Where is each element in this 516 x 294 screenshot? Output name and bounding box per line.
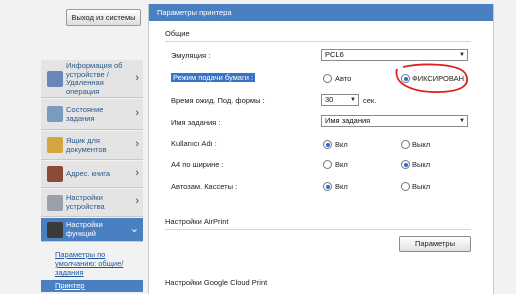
divider (165, 229, 471, 230)
sidebar-item-address-book[interactable]: Адрес. книга › (41, 161, 143, 188)
chevron-right-icon: › (135, 72, 139, 84)
user-name-on-label: Вкл (335, 140, 348, 149)
chevron-right-icon: › (135, 138, 139, 150)
user-name-on-radio[interactable] (323, 140, 332, 149)
logout-button[interactable]: Выход из системы (66, 9, 141, 26)
divider (165, 41, 471, 42)
sidebar-item-label: Ящик для документов (66, 136, 107, 154)
device-info-icon (47, 71, 63, 87)
chevron-down-icon: ⌄ (129, 223, 139, 235)
chevron-right-icon: › (135, 167, 139, 179)
auto-cassette-off-label: Выкл (412, 182, 431, 191)
chevron-right-icon: › (135, 195, 139, 207)
auto-cassette-off-radio[interactable] (401, 182, 410, 191)
sidebar-item-label: Настройки функций (66, 220, 103, 238)
emulation-label: Эмуляция : (171, 51, 211, 60)
scrollbar[interactable] (496, 0, 516, 290)
device-settings-icon (47, 195, 63, 211)
chevron-down-icon: ▼ (459, 52, 465, 58)
sidebar-item-document-box[interactable]: Ящик для документов › (41, 131, 143, 160)
form-feed-value: 30 (325, 95, 334, 104)
printer-settings-panel: Параметры принтера Общие Эмуляция : PCL6… (148, 4, 494, 294)
sidebar-item-device-info[interactable]: Информация об устройстве / Удаленная опе… (41, 60, 143, 98)
a4-wide-off-radio[interactable] (401, 160, 410, 169)
a4-wide-label: А4 по ширине : (171, 160, 224, 169)
document-box-icon (47, 137, 63, 153)
sidebar-subitem-printer[interactable]: Принтер (41, 280, 143, 292)
chevron-down-icon: ▼ (350, 97, 356, 103)
airprint-settings-button[interactable]: Параметры (399, 236, 471, 252)
auto-cassette-on-radio[interactable] (323, 182, 332, 191)
user-name-off-radio[interactable] (401, 140, 410, 149)
user-name-off-label: Выкл (412, 140, 431, 149)
address-book-icon (47, 166, 63, 182)
form-feed-label: Время ожид. Под. формы : (171, 96, 265, 105)
sidebar-subitem-defaults[interactable]: Параметры по умолчанию: общие/задания (55, 250, 141, 277)
paper-feed-auto-radio[interactable] (323, 74, 332, 83)
sidebar-item-job-status[interactable]: Состояние задания › (41, 99, 143, 130)
auto-cassette-label: Автозам. Кассеты : (171, 182, 238, 191)
chevron-down-icon: ▼ (459, 118, 465, 124)
a4-wide-off-label: Выкл (412, 160, 431, 169)
sidebar-item-label: Настройки устройства (66, 193, 105, 211)
job-name-select[interactable]: Имя задания ▼ (321, 115, 468, 127)
red-circle-annotation (395, 63, 469, 93)
paper-feed-auto-label: Авто (335, 74, 352, 83)
sidebar-item-label: Состояние задания (66, 105, 104, 123)
function-settings-icon (47, 222, 63, 238)
job-name-label: Имя задания : (171, 118, 221, 127)
job-name-value: Имя задания (325, 116, 371, 125)
sidebar-subitem-label: Принтер (55, 281, 85, 290)
a4-wide-on-label: Вкл (335, 160, 348, 169)
user-name-label: Kullanıcı Adı : (171, 139, 217, 148)
emulation-select[interactable]: PCL6 ▼ (321, 49, 468, 61)
section-airprint: Настройки AirPrint (165, 217, 229, 226)
job-status-icon (47, 106, 63, 122)
chevron-right-icon: › (135, 107, 139, 119)
page-title: Параметры принтера (157, 8, 232, 17)
emulation-value: PCL6 (325, 50, 344, 59)
form-feed-unit: сек. (363, 96, 377, 105)
section-google-cloud-print: Настройки Google Cloud Print (165, 278, 268, 287)
form-feed-select[interactable]: 30 ▼ (321, 94, 359, 106)
auto-cassette-on-label: Вкл (335, 182, 348, 191)
paper-feed-label: Режим подачи бумаги : (171, 73, 256, 82)
section-general: Общие (165, 29, 190, 38)
sidebar-item-function-settings[interactable]: Настройки функций ⌄ (41, 218, 143, 242)
sidebar-item-label: Информация об устройстве / Удаленная опе… (66, 61, 123, 96)
panel-titlebar: Параметры принтера (149, 4, 493, 21)
sidebar: Выход из системы Информация об устройств… (0, 0, 150, 292)
a4-wide-on-radio[interactable] (323, 160, 332, 169)
sidebar-item-device-settings[interactable]: Настройки устройства › (41, 189, 143, 217)
sidebar-item-label: Адрес. книга (66, 169, 110, 178)
